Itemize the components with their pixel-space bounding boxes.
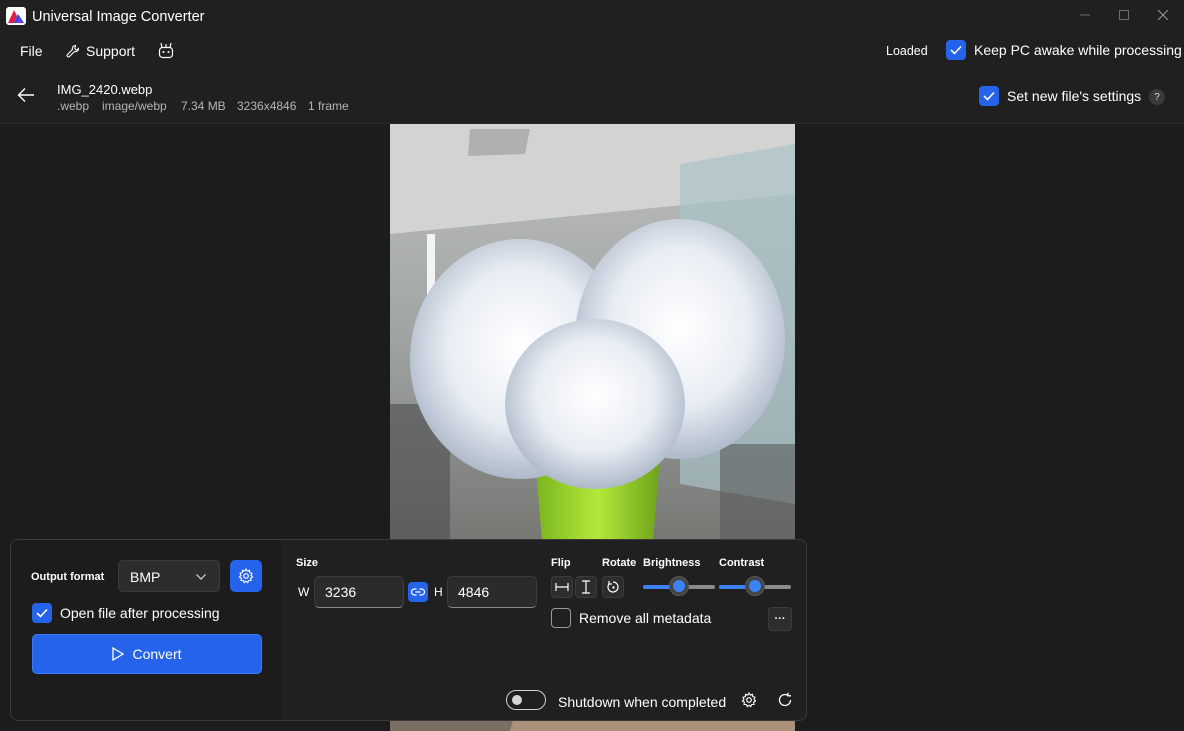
gear-icon[interactable] bbox=[741, 692, 757, 708]
open-after-checkbox[interactable] bbox=[32, 603, 52, 623]
file-name: IMG_2420.webp bbox=[57, 82, 153, 97]
height-input[interactable]: 4846 bbox=[447, 576, 537, 608]
output-format-label: Output format bbox=[31, 571, 105, 583]
contrast-slider[interactable] bbox=[719, 576, 791, 596]
rotate-icon bbox=[607, 581, 619, 593]
app-logo-icon bbox=[6, 7, 26, 25]
set-new-settings-checkbox[interactable] bbox=[979, 86, 999, 106]
checkmark-icon bbox=[950, 45, 962, 55]
brightness-thumb[interactable] bbox=[669, 576, 689, 596]
output-format-select[interactable]: BMP bbox=[118, 560, 220, 592]
chevron-down-icon bbox=[196, 574, 206, 580]
contrast-label: Contrast bbox=[719, 557, 765, 569]
support-label: Support bbox=[86, 43, 136, 59]
contrast-thumb[interactable] bbox=[745, 576, 765, 596]
file-mime: image/webp bbox=[102, 99, 167, 113]
close-button[interactable] bbox=[1140, 0, 1184, 30]
back-arrow-icon[interactable] bbox=[17, 87, 35, 103]
keep-awake-checkbox[interactable] bbox=[946, 40, 966, 60]
height-label: H bbox=[434, 585, 443, 599]
flip-horizontal-icon bbox=[555, 583, 569, 591]
support-menu[interactable]: Support bbox=[66, 43, 135, 59]
format-settings-button[interactable] bbox=[230, 560, 262, 592]
rotate-label: Rotate bbox=[602, 557, 637, 569]
status-text: Loaded bbox=[886, 44, 928, 58]
maximize-icon bbox=[1119, 10, 1129, 20]
gear-icon bbox=[238, 568, 254, 584]
checkmark-icon bbox=[983, 91, 995, 101]
file-dimensions: 3236x4846 bbox=[237, 99, 297, 113]
keep-awake-label: Keep PC awake while processing bbox=[974, 42, 1182, 58]
brightness-label: Brightness bbox=[643, 557, 701, 569]
checkmark-icon bbox=[36, 608, 48, 618]
remove-metadata-checkbox[interactable] bbox=[551, 608, 571, 628]
output-format-value: BMP bbox=[130, 569, 161, 585]
set-new-settings-label: Set new file's settings bbox=[1007, 88, 1142, 104]
play-icon bbox=[112, 647, 125, 661]
wrench-icon bbox=[66, 44, 80, 58]
convert-button[interactable]: Convert bbox=[32, 634, 262, 674]
toggle-knob bbox=[512, 695, 522, 705]
help-icon[interactable]: ? bbox=[1149, 89, 1165, 105]
close-icon bbox=[1158, 10, 1168, 20]
file-size: 7.34 MB bbox=[181, 99, 226, 113]
flip-horizontal-button[interactable] bbox=[551, 576, 573, 598]
link-icon bbox=[411, 588, 425, 596]
convert-label: Convert bbox=[132, 646, 182, 662]
flip-vertical-button[interactable] bbox=[575, 576, 597, 598]
link-aspect-button[interactable] bbox=[408, 582, 428, 602]
shutdown-label: Shutdown when completed bbox=[558, 694, 727, 710]
width-input[interactable]: 3236 bbox=[314, 576, 404, 608]
mascot-icon[interactable] bbox=[157, 41, 175, 59]
file-extension: .webp bbox=[57, 99, 90, 113]
brightness-slider[interactable] bbox=[643, 576, 715, 596]
shutdown-toggle[interactable] bbox=[506, 690, 546, 710]
conversion-panel: Output format BMP Open file after proces… bbox=[10, 539, 807, 721]
minimize-icon bbox=[1080, 14, 1090, 16]
rotate-button[interactable] bbox=[602, 576, 624, 598]
window-title: Universal Image Converter bbox=[32, 9, 205, 25]
remove-metadata-label: Remove all metadata bbox=[579, 610, 712, 626]
refresh-icon[interactable] bbox=[777, 692, 793, 708]
flip-vertical-icon bbox=[582, 580, 590, 594]
width-label: W bbox=[298, 585, 310, 599]
size-label: Size bbox=[296, 557, 319, 569]
file-frames: 1 frame bbox=[308, 99, 349, 113]
open-after-label: Open file after processing bbox=[60, 605, 220, 621]
file-menu[interactable]: File bbox=[20, 43, 43, 59]
more-options-button[interactable]: ··· bbox=[768, 607, 792, 631]
flip-label: Flip bbox=[551, 557, 571, 569]
